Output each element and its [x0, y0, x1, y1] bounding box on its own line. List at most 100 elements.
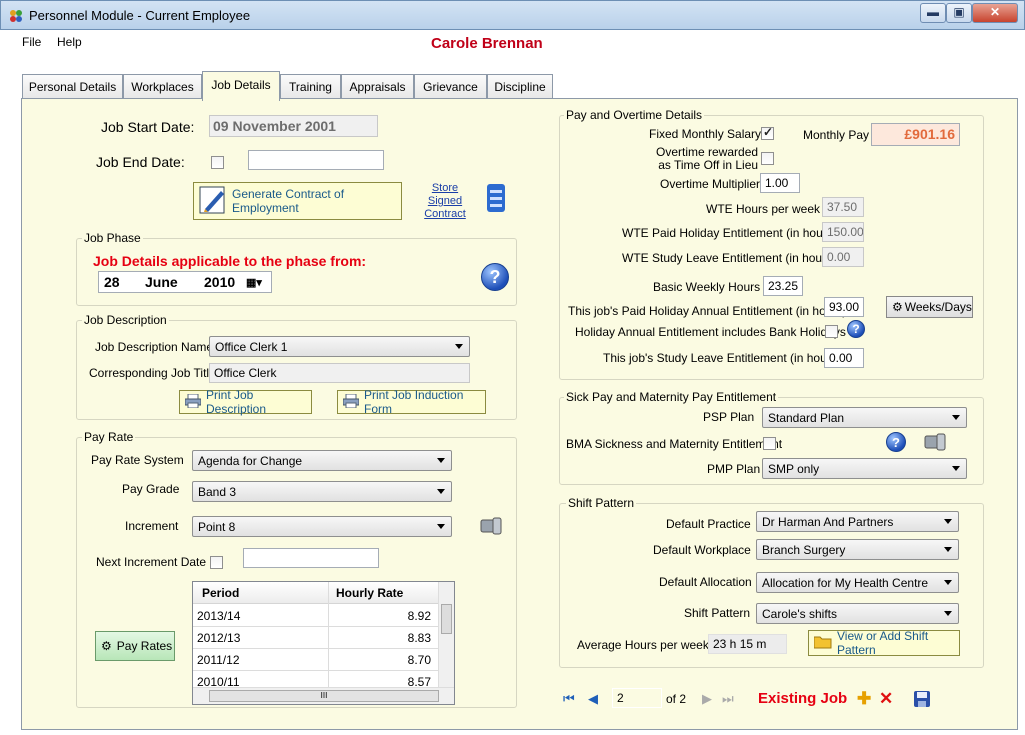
tab-grievance[interactable]: Grievance [414, 74, 487, 100]
app-icon [8, 8, 24, 24]
bma-checkbox[interactable] [763, 437, 776, 450]
paid-holiday-label: This job's Paid Holiday Annual Entitleme… [568, 304, 847, 318]
pmp-plan-select[interactable]: SMP only [762, 458, 967, 479]
sick-pay-help-icon[interactable]: ? [886, 432, 906, 452]
next-increment-date[interactable] [243, 548, 379, 568]
print-job-induction-button[interactable]: Print Job Induction Form [337, 388, 486, 416]
calendar-icon[interactable]: ▦▾ [246, 276, 262, 289]
bank-holiday-help-icon[interactable]: ? [847, 320, 865, 338]
pen-document-icon [199, 185, 227, 218]
phase-date-picker[interactable]: 28 June 2010 ▦▾ [98, 271, 272, 293]
wte-study-field: 0.00 [822, 247, 864, 267]
next-record-icon[interactable]: ▶ [702, 691, 712, 707]
menu-bar: File Help Carole Brennan [0, 30, 1025, 56]
pay-rate-title: Pay Rate [82, 430, 136, 444]
first-record-icon[interactable]: ⏮ [563, 691, 575, 707]
job-title-field: Office Clerk [209, 363, 470, 383]
tab-workplaces[interactable]: Workplaces [123, 74, 202, 100]
phase-help-icon[interactable]: ? [481, 263, 509, 291]
paid-holiday-field[interactable]: 93.00 [824, 297, 864, 317]
monthly-pay-value: £901.16 [871, 123, 960, 146]
study-leave-field[interactable]: 0.00 [824, 348, 864, 368]
previous-record-icon[interactable]: ◀ [588, 691, 598, 707]
table-row[interactable]: 2012/13 8.83 [193, 627, 439, 649]
increment-select[interactable]: Point 8 [192, 516, 452, 537]
document-store-icon[interactable] [481, 182, 509, 217]
record-number-field[interactable]: 2 [612, 688, 662, 708]
fixed-salary-label: Fixed Monthly Salary [649, 127, 762, 141]
pay-rates-button[interactable]: ⚙ Pay Rates [95, 631, 175, 661]
psp-plan-label: PSP Plan [703, 410, 755, 424]
store-signed-contract-link[interactable]: Store Signed Contract [422, 182, 468, 221]
menu-file[interactable]: File [22, 35, 41, 49]
psp-plan-select[interactable]: Standard Plan [762, 407, 967, 428]
job-desc-name-select[interactable]: Office Clerk 1 [209, 336, 470, 357]
default-allocation-select[interactable]: Allocation for My Health Centre [756, 572, 959, 593]
wte-hours-field: 37.50 [822, 197, 864, 217]
close-button[interactable]: ✕ [972, 3, 1018, 23]
job-start-label: Job Start Date: [101, 119, 195, 135]
pmp-plan-label: PMP Plan [707, 462, 761, 476]
phase-heading: Job Details applicable to the phase from… [93, 253, 367, 269]
tab-appraisals[interactable]: Appraisals [341, 74, 414, 100]
wte-holiday-field: 150.00 [822, 222, 864, 242]
title-bar: Personnel Module - Current Employee ▬ ▣ … [0, 0, 1025, 30]
delete-record-icon[interactable]: ✕ [879, 689, 893, 709]
ot-multiplier-label: Overtime Multiplier [660, 177, 761, 191]
table-vertical-scrollbar[interactable] [438, 582, 454, 688]
shift-pattern-select[interactable]: Carole's shifts [756, 603, 959, 624]
default-allocation-label: Default Allocation [659, 575, 752, 589]
weeks-days-button[interactable]: ⚙ Weeks/Days [886, 296, 973, 318]
ot-time-off-checkbox[interactable] [761, 152, 774, 165]
pay-rate-system-select[interactable]: Agenda for Change [192, 450, 452, 471]
pay-grade-label: Pay Grade [122, 482, 180, 496]
sick-pay-title: Sick Pay and Maternity Pay Entitlement [564, 390, 779, 404]
basic-hours-field[interactable]: 23.25 [763, 276, 803, 296]
gear-icon: ⚙ [892, 300, 903, 314]
phase-month: June [145, 274, 178, 290]
basic-hours-label: Basic Weekly Hours [653, 280, 761, 294]
pay-overtime-title: Pay and Overtime Details [564, 108, 705, 122]
table-horizontal-scrollbar[interactable]: III [193, 687, 454, 704]
default-workplace-select[interactable]: Branch Surgery [756, 539, 959, 560]
job-phase-title: Job Phase [82, 231, 143, 245]
minimize-button[interactable]: ▬ [920, 3, 946, 23]
avg-hours-label: Average Hours per week [577, 638, 709, 652]
print-job-description-button[interactable]: Print Job Description [179, 388, 312, 416]
job-start-date[interactable]: 09 November 2001 [209, 115, 378, 137]
generate-contract-button[interactable]: Generate Contract of Employment [193, 182, 402, 220]
printer-icon [342, 393, 360, 411]
last-record-icon[interactable]: ⏭ [722, 691, 734, 707]
increment-history-icon[interactable] [479, 516, 503, 539]
tab-personal-details[interactable]: Personal Details [22, 74, 123, 100]
table-row[interactable]: 2013/14 8.92 [193, 605, 439, 627]
increment-label: Increment [125, 519, 179, 533]
default-practice-label: Default Practice [666, 517, 751, 531]
pay-rates-table[interactable]: Period Hourly Rate 2013/14 8.92 2012/13 8.… [192, 581, 455, 705]
window-title: Personnel Module - Current Employee [29, 8, 251, 23]
tab-discipline[interactable]: Discipline [487, 74, 553, 100]
tab-training[interactable]: Training [280, 74, 341, 100]
add-record-icon[interactable]: ✚ [857, 689, 871, 709]
next-increment-checkbox[interactable] [210, 556, 223, 569]
bank-holidays-label: Holiday Annual Entitlement includes Bank… [575, 325, 846, 339]
sick-pay-history-icon[interactable] [923, 432, 947, 455]
job-end-checkbox[interactable] [211, 156, 224, 169]
wte-study-label: WTE Study Leave Entitlement (in hours) [622, 251, 837, 265]
menu-help[interactable]: Help [57, 35, 82, 49]
table-row[interactable]: 2011/12 8.70 [193, 649, 439, 671]
job-end-date[interactable] [248, 150, 384, 170]
save-icon[interactable] [914, 691, 930, 710]
job-title-label: Corresponding Job Title [89, 366, 216, 380]
default-practice-select[interactable]: Dr Harman And Partners [756, 511, 959, 532]
tab-job-details[interactable]: Job Details [202, 71, 280, 101]
view-shift-pattern-button[interactable]: View or Add Shift Pattern [808, 629, 960, 657]
bank-holidays-checkbox[interactable] [825, 325, 838, 338]
pay-grade-select[interactable]: Band 3 [192, 481, 452, 502]
pay-rate-system-label: Pay Rate System [91, 453, 184, 467]
hourly-rate-header: Hourly Rate [336, 586, 404, 600]
ot-multiplier-field[interactable]: 1.00 [760, 173, 800, 193]
fixed-salary-checkbox[interactable] [761, 125, 774, 140]
bma-label: BMA Sickness and Maternity Entitlement [566, 437, 783, 451]
maximize-button[interactable]: ▣ [946, 3, 972, 23]
